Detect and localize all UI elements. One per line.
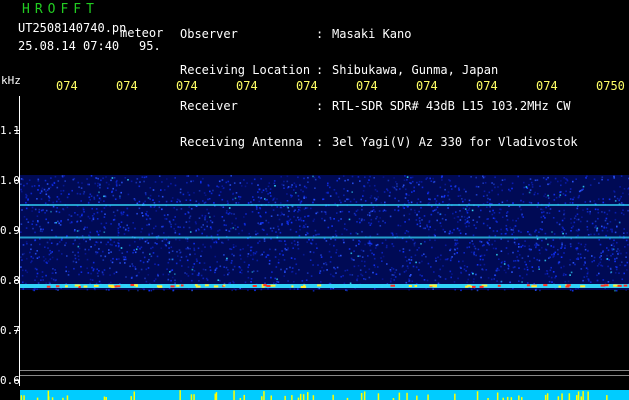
spectrogram-plot	[20, 175, 629, 400]
meteor-count: 95.	[139, 39, 161, 53]
meteor-label: meteor	[120, 26, 164, 40]
app-brand: HROFFT	[22, 2, 99, 17]
info-key: Observer	[180, 27, 238, 41]
info-sep: :	[316, 63, 324, 77]
file-name: UT2508140740.pn	[18, 21, 127, 35]
signal-strength-strip	[20, 390, 629, 400]
x-tick-label: 074	[416, 79, 438, 93]
x-tick-label: 074	[116, 79, 138, 93]
y-axis-label: kHz	[1, 74, 21, 87]
info-key: Receiving Location	[180, 63, 311, 77]
x-tick-label: 0750	[596, 79, 625, 93]
x-tick-label: 074	[56, 79, 78, 93]
carrier-line	[20, 236, 629, 239]
info-value: Shibukawa, Gunma, Japan	[332, 63, 499, 77]
x-tick-label: 074	[296, 79, 318, 93]
info-value: Masaki Kano	[332, 27, 412, 41]
carrier-line	[20, 204, 629, 206]
reference-line	[20, 370, 629, 371]
info-row-location: Receiving Location: Shibukawa, Gunma, Jap…	[180, 64, 578, 76]
info-row-observer: Observer: Masaki Kano	[180, 28, 578, 40]
reference-line	[20, 375, 629, 376]
date-time: 25.08.14 07:40	[18, 39, 120, 53]
x-tick-label: 074	[176, 79, 198, 93]
x-tick-label: 074	[536, 79, 558, 93]
x-tick-label: 074	[236, 79, 258, 93]
x-tick-label: 074	[356, 79, 378, 93]
info-sep: :	[316, 27, 324, 41]
x-tick-label: 074	[476, 79, 498, 93]
